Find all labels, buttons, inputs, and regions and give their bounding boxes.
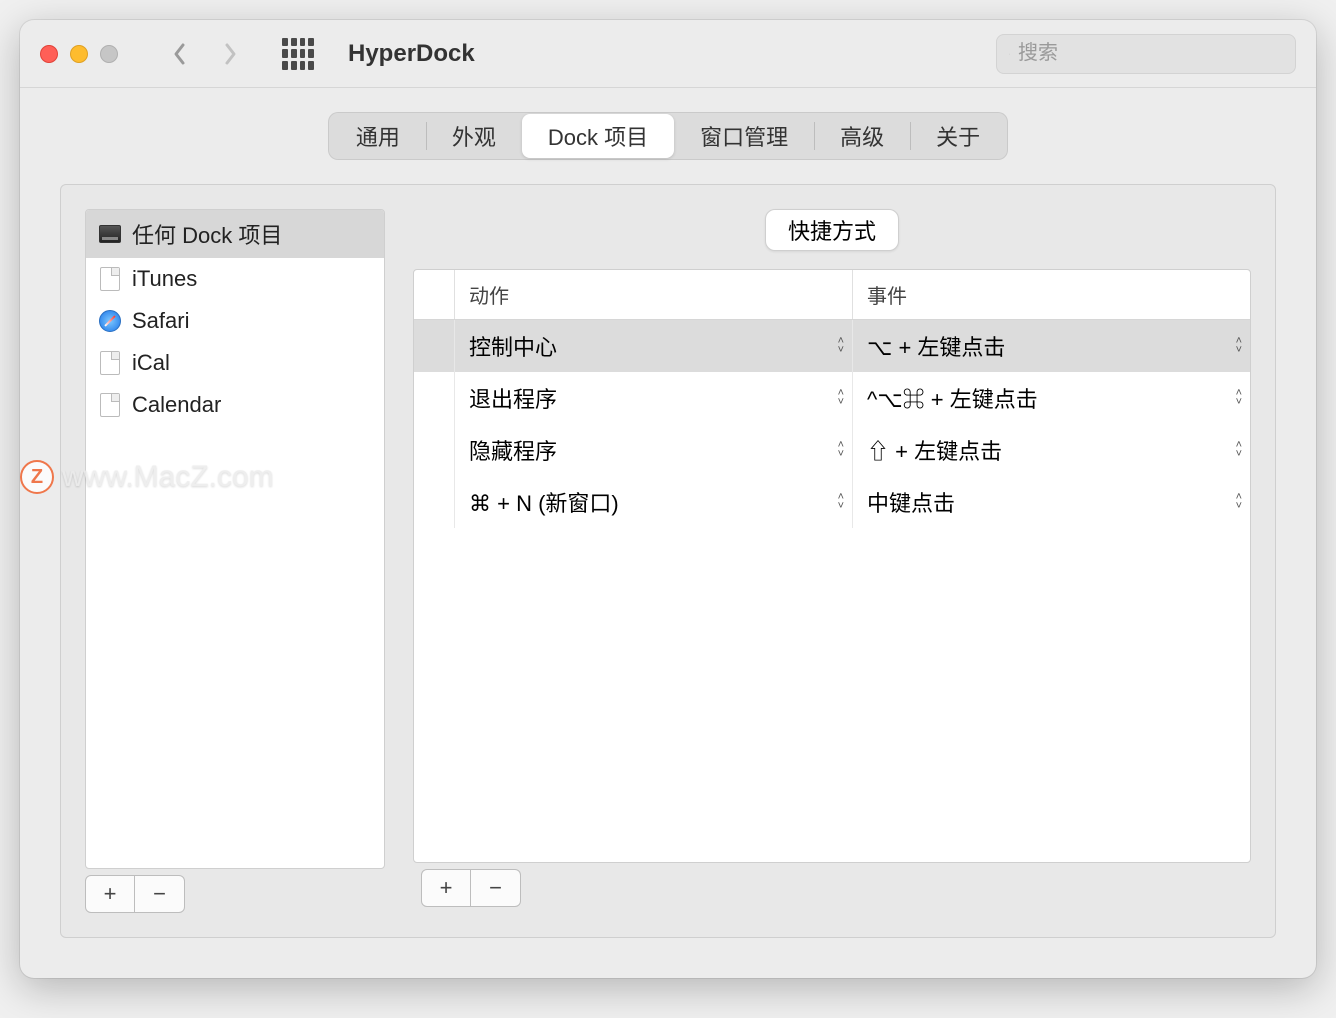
sidebar-list[interactable]: 任何 Dock 项目 iTunes Safari iCal	[85, 209, 385, 869]
close-button[interactable]	[40, 45, 58, 63]
window-title: HyperDock	[348, 40, 475, 68]
subtab-shortcuts[interactable]: 快捷方式	[765, 209, 899, 251]
tab-appearance[interactable]: 外观	[426, 114, 522, 158]
sidebar-buttons: + −	[85, 875, 385, 913]
window-controls	[40, 45, 118, 63]
stepper-icon[interactable]: ˄˅	[838, 389, 844, 407]
tab-about[interactable]: 关于	[910, 114, 1006, 158]
tab-window-management[interactable]: 窗口管理	[674, 114, 814, 158]
search-input[interactable]	[1018, 42, 1283, 65]
sidebar-item-safari[interactable]: Safari	[86, 300, 384, 342]
sidebar-item-ical[interactable]: iCal	[86, 342, 384, 384]
sidebar-remove-button[interactable]: −	[135, 875, 185, 913]
file-icon	[98, 267, 122, 291]
stepper-icon[interactable]: ˄˅	[838, 337, 844, 355]
sidebar-item-label: Safari	[132, 308, 189, 334]
cell-event[interactable]: 中键点击 ˄˅	[852, 476, 1250, 528]
shortcuts-table: 动作 事件 控制中心 ˄˅ ⌥ + 左键点击 ˄˅	[413, 269, 1251, 863]
sidebar-item-label: iTunes	[132, 266, 197, 292]
table-remove-button[interactable]: −	[471, 869, 521, 907]
stepper-icon[interactable]: ˄˅	[838, 441, 844, 459]
sidebar-item-label: 任何 Dock 项目	[132, 218, 282, 250]
tab-general[interactable]: 通用	[330, 114, 426, 158]
safari-icon	[98, 309, 122, 333]
header-action[interactable]: 动作	[454, 270, 852, 319]
cell-event[interactable]: ⇧ + 左键点击 ˄˅	[852, 424, 1250, 476]
file-icon	[98, 393, 122, 417]
table-body[interactable]: 控制中心 ˄˅ ⌥ + 左键点击 ˄˅ 退出程序	[414, 320, 1250, 862]
file-icon	[98, 351, 122, 375]
cell-event[interactable]: ^⌥⌘ + 左键点击 ˄˅	[852, 372, 1250, 424]
table-row[interactable]: ⌘ + N (新窗口) ˄˅ 中键点击 ˄˅	[414, 476, 1250, 528]
sidebar-add-button[interactable]: +	[85, 875, 135, 913]
titlebar: HyperDock	[20, 20, 1316, 88]
tabs-bar: 通用 外观 Dock 项目 窗口管理 高级 关于	[20, 88, 1316, 160]
cell-action[interactable]: 控制中心 ˄˅	[454, 320, 852, 372]
stepper-icon[interactable]: ˄˅	[838, 493, 844, 511]
sidebar: 任何 Dock 项目 iTunes Safari iCal	[85, 209, 385, 913]
chevron-right-icon	[222, 42, 238, 66]
header-event[interactable]: 事件	[852, 270, 1250, 319]
table-row[interactable]: 退出程序 ˄˅ ^⌥⌘ + 左键点击 ˄˅	[414, 372, 1250, 424]
show-all-button[interactable]	[282, 38, 314, 70]
main-panel: 快捷方式 动作 事件 控制中心 ˄˅	[413, 209, 1251, 913]
cell-event[interactable]: ⌥ + 左键点击 ˄˅	[852, 320, 1250, 372]
search-field[interactable]	[996, 34, 1296, 74]
sidebar-item-label: iCal	[132, 350, 170, 376]
tab-dock-items[interactable]: Dock 项目	[522, 114, 674, 158]
minimize-button[interactable]	[70, 45, 88, 63]
preferences-window: HyperDock 通用 外观 Dock 项目 窗口管理 高级 关于 任何 Do…	[20, 20, 1316, 978]
content-panel: 任何 Dock 项目 iTunes Safari iCal	[60, 184, 1276, 938]
table-row[interactable]: 隐藏程序 ˄˅ ⇧ + 左键点击 ˄˅	[414, 424, 1250, 476]
cell-action[interactable]: ⌘ + N (新窗口) ˄˅	[454, 476, 852, 528]
sidebar-item-itunes[interactable]: iTunes	[86, 258, 384, 300]
stepper-icon[interactable]: ˄˅	[1236, 493, 1242, 511]
chevron-left-icon	[172, 42, 188, 66]
cell-action[interactable]: 隐藏程序 ˄˅	[454, 424, 852, 476]
table-buttons: + −	[421, 869, 1243, 907]
table-row[interactable]: 控制中心 ˄˅ ⌥ + 左键点击 ˄˅	[414, 320, 1250, 372]
stepper-icon[interactable]: ˄˅	[1236, 337, 1242, 355]
forward-button[interactable]	[212, 36, 248, 72]
sidebar-item-calendar[interactable]: Calendar	[86, 384, 384, 426]
stepper-icon[interactable]: ˄˅	[1236, 389, 1242, 407]
stepper-icon[interactable]: ˄˅	[1236, 441, 1242, 459]
search-icon	[1009, 44, 1010, 64]
tab-advanced[interactable]: 高级	[814, 114, 910, 158]
sidebar-item-label: Calendar	[132, 392, 221, 418]
back-button[interactable]	[162, 36, 198, 72]
table-add-button[interactable]: +	[421, 869, 471, 907]
dock-icon	[98, 222, 122, 246]
table-header: 动作 事件	[414, 270, 1250, 320]
sidebar-item-any-dock[interactable]: 任何 Dock 项目	[86, 210, 384, 258]
zoom-button	[100, 45, 118, 63]
cell-action[interactable]: 退出程序 ˄˅	[454, 372, 852, 424]
